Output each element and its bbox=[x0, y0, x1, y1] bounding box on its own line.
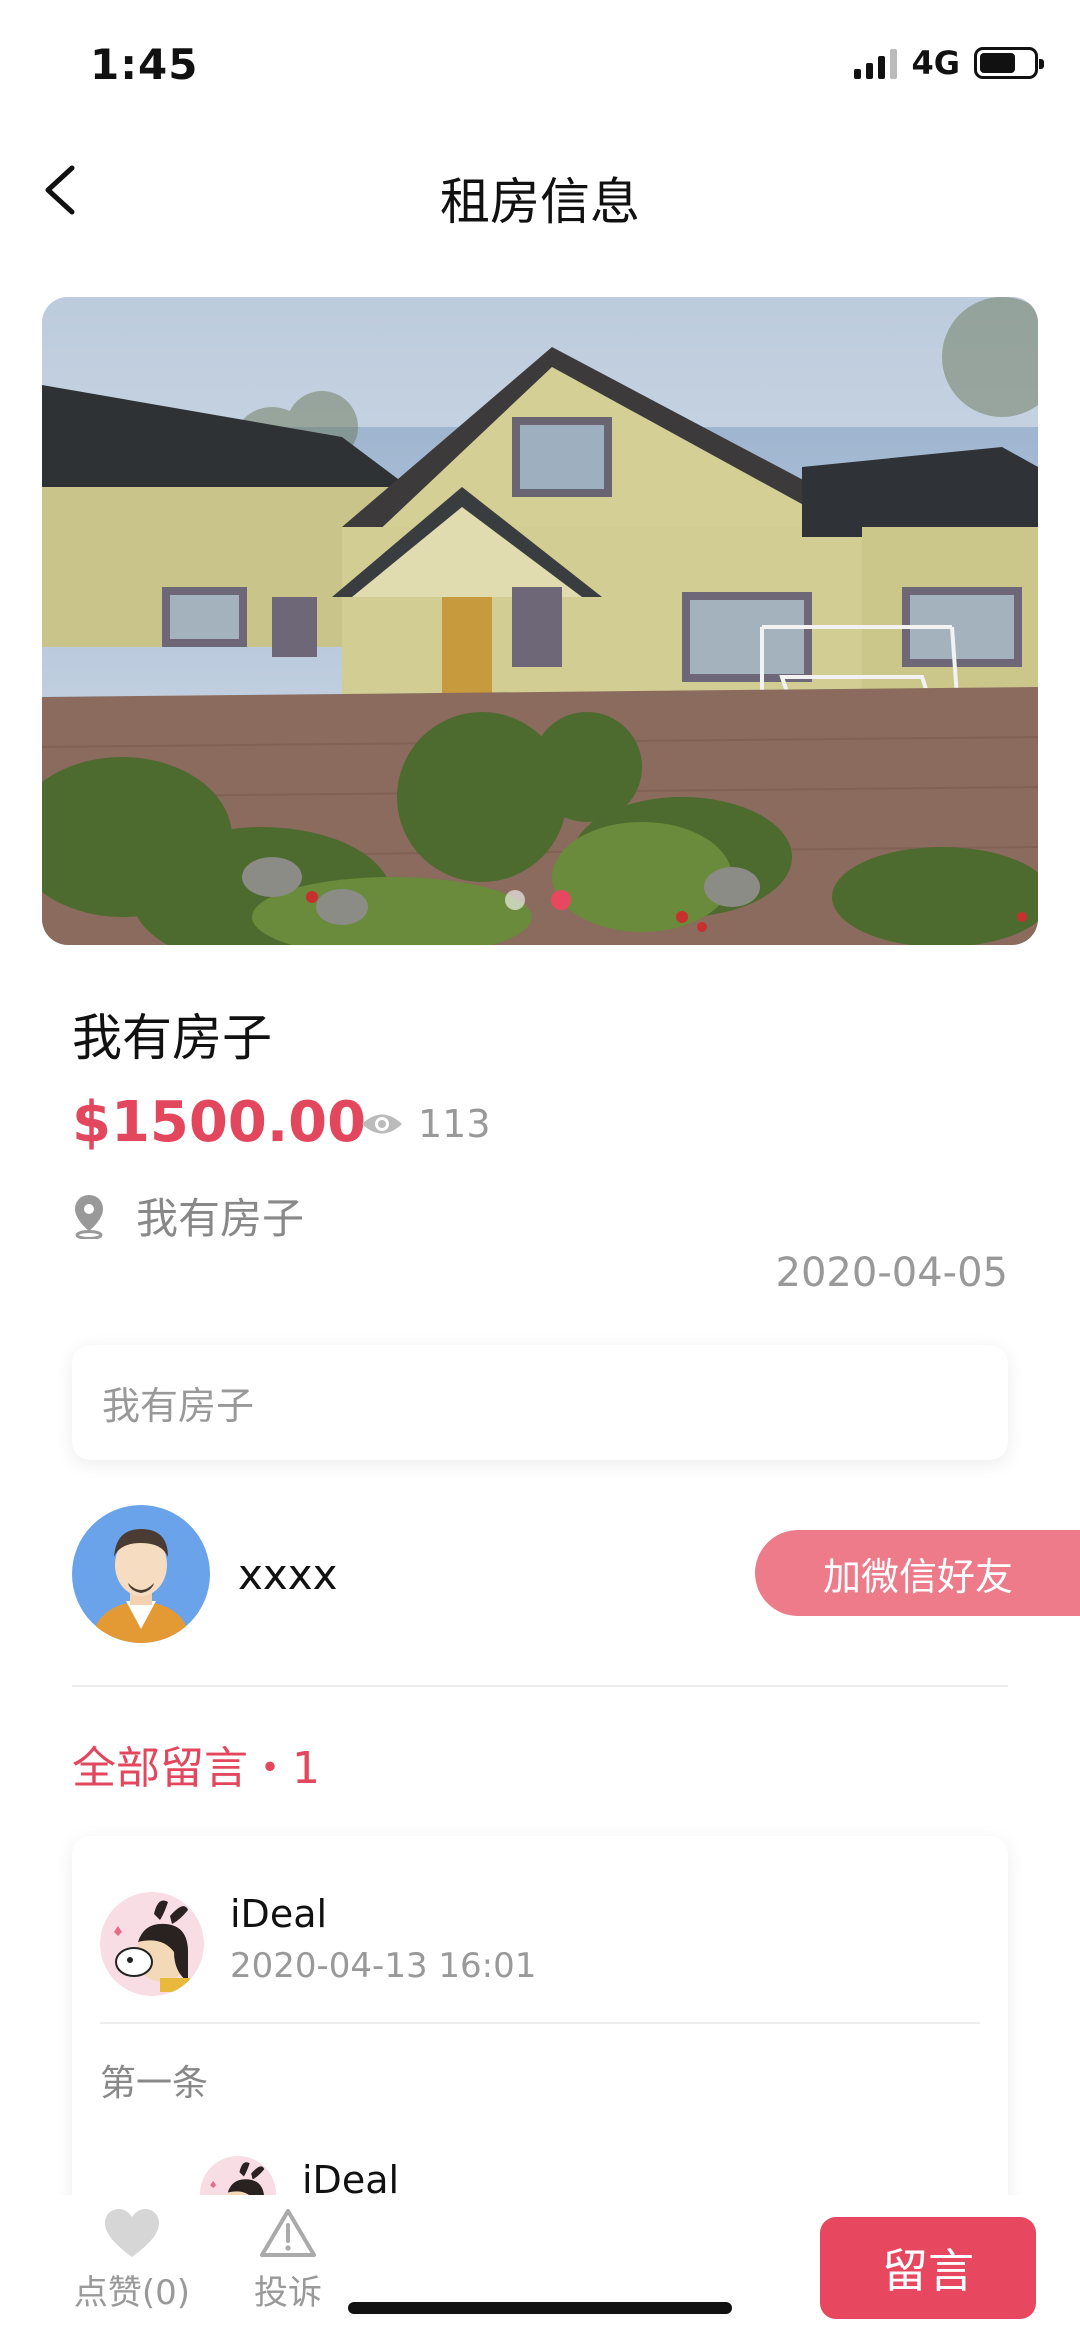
listing-price: $1500.00 bbox=[72, 1090, 367, 1155]
status-bar: 1:45 4G bbox=[0, 0, 1080, 120]
listing-title: 我有房子 bbox=[72, 1009, 272, 1067]
commenter-name: iDeal bbox=[230, 1892, 328, 1936]
listing-date: 2020-04-05 bbox=[775, 1250, 1008, 1296]
avatar-icon bbox=[100, 1892, 204, 1996]
warning-icon bbox=[260, 2209, 316, 2257]
comments-header: 全部留言・1 bbox=[72, 1743, 320, 1794]
description-text: 我有房子 bbox=[102, 1384, 255, 1428]
location-pin-icon bbox=[75, 1194, 103, 1239]
cellular-signal-icon bbox=[854, 47, 898, 79]
carousel-dot[interactable] bbox=[505, 890, 525, 910]
page-title: 租房信息 bbox=[440, 173, 640, 231]
like-label: 点赞(0) bbox=[73, 2273, 191, 2313]
carousel-indicator bbox=[505, 890, 571, 910]
eye-icon bbox=[362, 1114, 402, 1134]
comment-time: 2020-04-13 16:01 bbox=[230, 1946, 537, 1986]
view-count-value: 113 bbox=[418, 1102, 491, 1146]
report-button[interactable]: 投诉 bbox=[248, 2207, 328, 2314]
view-count: 113 bbox=[360, 1102, 491, 1146]
network-type: 4G bbox=[911, 44, 960, 82]
house-photo-carousel[interactable] bbox=[42, 297, 1038, 945]
avatar-icon bbox=[72, 1505, 210, 1643]
add-wechat-friend-button[interactable]: 加微信好友 bbox=[755, 1530, 1080, 1616]
owner-name: xxxx bbox=[238, 1550, 338, 1599]
nav-bar: 租房信息 bbox=[0, 130, 1080, 250]
comment-card: iDeal 2020-04-13 16:01 第一条 iDeal bbox=[72, 1836, 1008, 2256]
commenter-avatar[interactable] bbox=[100, 1892, 204, 1996]
owner-avatar[interactable] bbox=[72, 1505, 210, 1643]
carousel-dot-active[interactable] bbox=[551, 890, 571, 910]
comment-text: 第一条 bbox=[100, 2063, 209, 2104]
location-text: 我有房子 bbox=[136, 1194, 305, 1243]
divider bbox=[100, 2022, 980, 2024]
status-time: 1:45 bbox=[90, 40, 199, 89]
home-indicator[interactable] bbox=[348, 2302, 732, 2314]
bottom-action-bar: 点赞(0) 投诉 留言 bbox=[0, 2195, 1080, 2339]
divider bbox=[72, 1685, 1008, 1687]
report-label: 投诉 bbox=[254, 2273, 322, 2313]
description-card: 我有房子 bbox=[72, 1345, 1008, 1460]
like-button[interactable]: 点赞(0) bbox=[72, 2207, 192, 2314]
leave-comment-button[interactable]: 留言 bbox=[820, 2217, 1036, 2319]
heart-icon bbox=[105, 2209, 159, 2257]
house-photo bbox=[42, 297, 1038, 945]
location: 我有房子 bbox=[72, 1185, 304, 1246]
battery-icon bbox=[974, 47, 1044, 79]
status-indicators: 4G bbox=[854, 44, 1044, 82]
